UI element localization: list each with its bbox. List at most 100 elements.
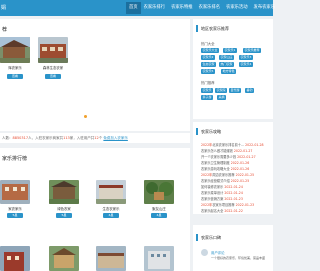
rank-photo-1[interactable] <box>0 180 30 204</box>
strategy-text: 农家乐菜单设计 <box>201 191 224 195</box>
stats-mid2: 家，入驻用户共 <box>69 136 95 140</box>
strategy-item[interactable]: 农家乐营销方案 2022-01-23 <box>201 196 269 201</box>
nav-item-rank[interactable]: 农家乐排行 <box>141 2 168 14</box>
rank-photo-7[interactable] <box>96 246 126 271</box>
farm-photo-2[interactable] <box>38 37 68 63</box>
rank-photo-5[interactable] <box>0 246 30 271</box>
stats-suffix: 个 <box>98 136 103 140</box>
strategy-title: 农家乐攻略 <box>201 129 221 134</box>
stats-prefix: 人数： <box>2 136 13 140</box>
strategy-text: 农家乐起名大全 <box>201 209 224 213</box>
visitor-count: 8850317 <box>12 136 29 140</box>
rank-name-2[interactable]: 绿色农家 <box>49 206 79 211</box>
recommend-title: 荐 <box>2 27 8 33</box>
strategy-date: 2022-01-24 <box>224 185 243 189</box>
ranking-panel: 家乐排行榜 家农家乐 5星 绿色农家 5星 生态农家乐 4星 聚友山庄 4星 <box>0 148 190 271</box>
nav-item-activity[interactable]: 农家乐活动 <box>223 2 250 14</box>
tag-a-7[interactable]: 生态农家 <box>201 62 217 67</box>
farm-name-1[interactable]: 辉农家乐 <box>0 65 30 70</box>
view-button-2[interactable]: 查看 <box>45 74 61 79</box>
strategy-text: 农家乐怎么做才能赚钱 <box>201 149 233 153</box>
strategy-date: 2022-01-26 <box>230 161 250 165</box>
tag-a-10[interactable]: 农家乐5 <box>201 69 215 74</box>
nav-item-home[interactable]: 首页 <box>126 2 141 14</box>
tag-b-4[interactable]: 垂钓 <box>245 88 255 93</box>
shop-count: 113 <box>63 136 70 140</box>
region-recommend-title: 地区农家乐推荐 <box>201 26 229 31</box>
tag-b-3[interactable]: 自驾游 <box>229 88 242 93</box>
strategy-text: 农家乐卫生管理制度 <box>201 161 230 165</box>
title-accent <box>196 128 198 135</box>
tag-b-5[interactable]: 亲子游 <box>201 95 214 100</box>
rank-photo-4[interactable] <box>144 180 174 204</box>
strategy-text: 农家乐游玩攻略大全 <box>201 167 230 171</box>
tag-a-2[interactable]: 农家乐1 <box>223 48 237 53</box>
strategy-item[interactable]: 开一个农家乐需要多少钱 2022-01-27 <box>201 154 269 159</box>
title-accent <box>196 25 198 32</box>
rank-tag-4[interactable]: 4星 <box>151 213 167 218</box>
strategy-item[interactable]: 2022年北京农家乐排名前十... 2022-01-28 <box>201 142 269 147</box>
top-nav-bar: 娟 首页 农家乐排行 农家乐特推 农家乐排名 农家乐活动 发布农家乐 <box>0 0 275 16</box>
tag-a-4[interactable]: 农家乐2 <box>201 55 215 60</box>
region-recommend-panel: 地区农家乐推荐 热门大全 农家乐大全 农家乐1 农家乐推荐 农家乐2 农家山庄 … <box>193 19 273 119</box>
strategy-item[interactable]: 2022年农家乐项目推荐 2022-01-23 <box>201 202 269 207</box>
strategy-text: 农家乐营销方案 <box>201 197 224 201</box>
main-nav: 首页 农家乐排行 农家乐特推 农家乐排名 农家乐活动 发布农家乐 <box>126 2 278 14</box>
strategy-item[interactable]: 如何装修农家乐 2022-01-24 <box>201 184 269 189</box>
strategy-highlight: 2022年 <box>201 173 213 177</box>
hot-list-label: 热门大全 <box>201 42 215 46</box>
nav-item-publish[interactable]: 发布农家乐 <box>251 2 278 14</box>
strategy-date: 2022-01-27 <box>233 149 253 153</box>
tag-a-3[interactable]: 农家乐推荐 <box>243 48 262 53</box>
join-link[interactable]: 免费加入农家乐 <box>103 136 128 140</box>
word-of-mouth-title: 农家乐口碑 <box>201 235 221 240</box>
rank-photo-6[interactable] <box>49 246 79 271</box>
rank-photo-8[interactable] <box>144 246 174 271</box>
rank-tag-3[interactable]: 4星 <box>103 213 119 218</box>
view-button-1[interactable]: 查看 <box>7 74 23 79</box>
strategy-date: 2022-01-25 <box>235 173 255 177</box>
rank-name-4[interactable]: 聚友山庄 <box>144 206 174 211</box>
tag-b-6[interactable]: 采摘 <box>217 95 227 100</box>
strategy-date: 2022-01-25 <box>230 179 250 183</box>
carousel-dot[interactable] <box>84 115 87 118</box>
tag-a-11[interactable]: 地方特色 <box>221 69 237 74</box>
nav-item-ranking[interactable]: 农家乐排名 <box>196 2 223 14</box>
ranking-title: 家乐排行榜 <box>2 156 28 162</box>
tag-b-1[interactable]: 农家乐 <box>201 88 214 93</box>
strategy-item[interactable]: 农家乐游玩攻略大全 2022-01-26 <box>201 166 269 171</box>
rank-name-1[interactable]: 家农家乐 <box>0 206 30 211</box>
tag-a-1[interactable]: 农家乐大全 <box>201 48 220 53</box>
strategy-date: 2022-01-22 <box>224 209 243 213</box>
tag-b-2[interactable]: 农家院 <box>215 88 228 93</box>
farm-name-2[interactable]: 森林生态农家 <box>38 65 68 70</box>
strategy-item[interactable]: 农家乐起名大全 2022-01-22 <box>201 208 269 213</box>
nav-item-recommend[interactable]: 农家乐特推 <box>168 2 195 14</box>
rank-name-3[interactable]: 生态农家乐 <box>96 206 126 211</box>
comment-text: 一个很好的农家乐，环境优美，菜品丰盛 <box>211 256 266 260</box>
tag-a-8[interactable]: 热门农家 <box>219 62 235 67</box>
strategy-item[interactable]: 农家乐卫生管理制度 2022-01-26 <box>201 160 269 165</box>
strategy-text: 如何装修农家乐 <box>201 185 224 189</box>
strategy-text: 周边农家乐推荐 <box>212 173 235 177</box>
tag-a-5[interactable]: 农家山庄 <box>219 55 235 60</box>
strategy-highlight: 2022年 <box>201 203 213 207</box>
carousel-dots[interactable] <box>84 115 87 118</box>
site-logo[interactable]: 娟 <box>1 4 6 11</box>
tag-a-6[interactable]: 农家乐3 <box>239 55 253 60</box>
farm-photo-1[interactable] <box>0 37 30 63</box>
strategy-item[interactable]: 农家乐菜单设计 2022-01-24 <box>201 190 269 195</box>
strategy-text: 农家乐经营模式介绍 <box>201 179 230 183</box>
strategy-text: 开一个农家乐需要多少钱 <box>201 155 237 159</box>
avatar <box>201 249 208 256</box>
rank-tag-2[interactable]: 5星 <box>56 213 72 218</box>
strategy-item[interactable]: 农家乐怎么做才能赚钱 2022-01-27 <box>201 148 269 153</box>
rank-tag-1[interactable]: 5星 <box>7 213 23 218</box>
tag-a-9[interactable]: 农家乐4 <box>239 62 253 67</box>
title-accent <box>196 234 198 241</box>
strategy-item[interactable]: 农家乐经营模式介绍 2022-01-25 <box>201 178 269 183</box>
rank-photo-3[interactable] <box>96 180 126 204</box>
rank-photo-2[interactable] <box>49 180 79 204</box>
strategy-date: 2022-01-23 <box>235 203 255 207</box>
strategy-item[interactable]: 2022年周边农家乐推荐 2022-01-25 <box>201 172 269 177</box>
